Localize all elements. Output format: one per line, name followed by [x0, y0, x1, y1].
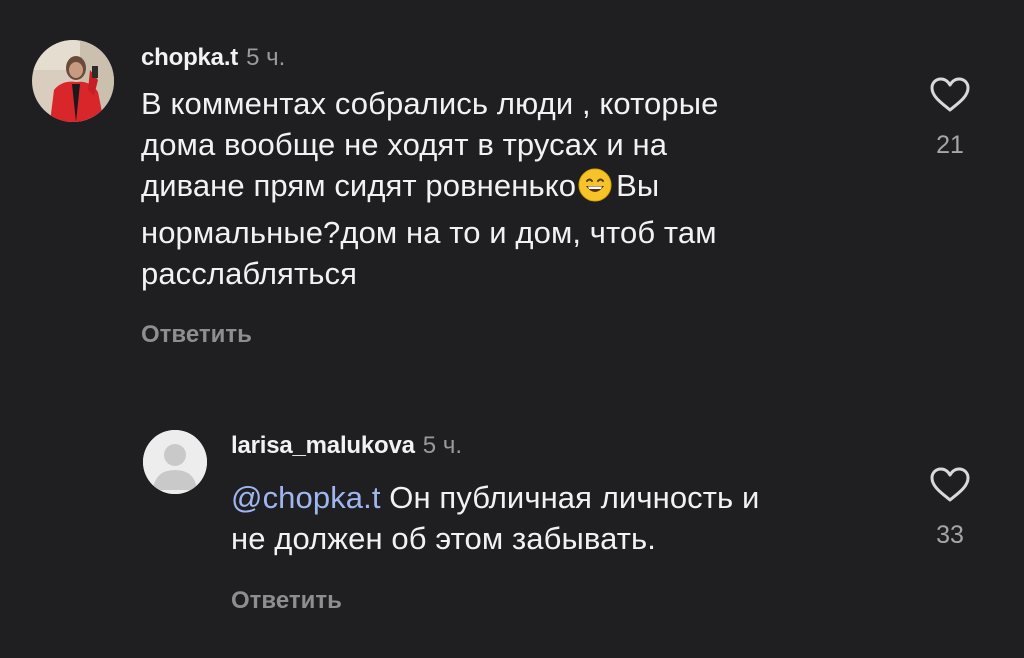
comment-line: диване прям сидят ровненько Вы	[141, 165, 901, 212]
comment-header: chopka.t 5 ч.	[141, 46, 285, 70]
comment-line-part: Он публичная личность и	[389, 480, 760, 515]
comment-line: В комментах собрались люди , которые	[141, 86, 719, 121]
username[interactable]: chopka.t	[141, 44, 238, 71]
comment-line: расслабляться	[141, 256, 357, 291]
heart-icon[interactable]	[929, 466, 971, 509]
like-count: 21	[936, 131, 964, 159]
comment-line: дома вообще не ходят в трусах и на	[141, 127, 668, 162]
avatar[interactable]	[143, 430, 207, 494]
mention-link[interactable]: @chopka.t	[231, 480, 381, 515]
username[interactable]: larisa_malukova	[231, 432, 415, 459]
timestamp: 5 ч.	[246, 44, 286, 71]
like-column: 21	[920, 76, 980, 158]
comment-header: larisa_malukova 5 ч.	[231, 434, 462, 458]
default-avatar-icon	[143, 430, 207, 494]
grinning-face-icon	[578, 168, 612, 212]
profile-photo-icon	[32, 40, 114, 122]
comment-line: нормальные?дом на то и дом, чтоб там	[141, 215, 717, 250]
heart-icon[interactable]	[929, 76, 971, 119]
reply-button[interactable]: Ответить	[231, 589, 342, 613]
like-column: 33	[920, 466, 980, 548]
comment-line-part: диване прям сидят ровненько	[141, 168, 577, 203]
timestamp: 5 ч.	[422, 432, 462, 459]
comment-text: @chopka.t Он публичная личность и не дол…	[231, 477, 911, 559]
reply-button[interactable]: Ответить	[141, 323, 252, 347]
comment-text: В комментах собрались люди , которые дом…	[141, 83, 901, 294]
comment-line: не должен об этом забывать.	[231, 521, 657, 556]
like-count: 33	[936, 521, 964, 549]
comment-line: @chopka.t Он публичная личность и	[231, 477, 911, 518]
comment-line-part: Вы	[616, 168, 660, 203]
comments-thread: chopka.t 5 ч. В комментах собрались люди …	[0, 0, 1024, 658]
avatar[interactable]	[32, 40, 114, 122]
